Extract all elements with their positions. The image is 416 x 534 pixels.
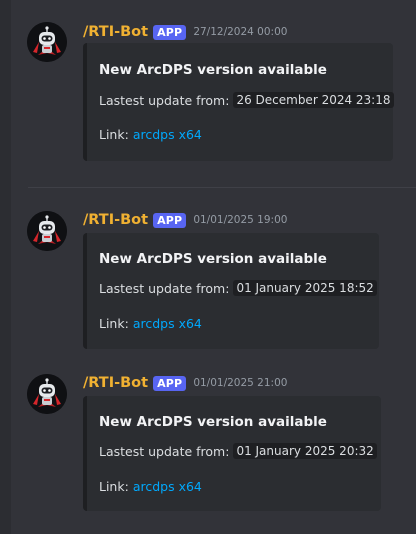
channel-left-edge xyxy=(0,0,11,534)
embed-link-line: Link: arcdps x64 xyxy=(99,316,202,331)
username[interactable]: /RTI-Bot xyxy=(83,375,148,391)
update-label: Lastest update from: xyxy=(99,280,230,296)
message-header: /RTI-Bot APP 01/01/2025 21:00 xyxy=(83,373,287,393)
message-header: /RTI-Bot APP 27/12/2024 00:00 xyxy=(83,22,287,42)
date-divider xyxy=(28,187,416,188)
chat-channel: /RTI-Bot APP 27/12/2024 00:00 New ArcDPS… xyxy=(0,0,416,534)
username[interactable]: /RTI-Bot xyxy=(83,212,148,228)
app-badge: APP xyxy=(153,375,187,391)
timestamp[interactable]: 01/01/2025 19:00 xyxy=(193,214,287,226)
embed-title: New ArcDPS version available xyxy=(99,251,327,267)
embed: New ArcDPS version available Lastest upd… xyxy=(83,396,381,511)
embed-title: New ArcDPS version available xyxy=(99,414,327,430)
app-badge: APP xyxy=(153,212,187,228)
embed-link-line: Link: arcdps x64 xyxy=(99,479,202,494)
download-link[interactable]: arcdps x64 xyxy=(133,316,202,331)
timestamp[interactable]: 27/12/2024 00:00 xyxy=(193,26,287,38)
link-label: Link: xyxy=(99,316,129,331)
update-date: 01 January 2025 18:52 xyxy=(233,280,377,296)
link-label: Link: xyxy=(99,479,129,494)
username[interactable]: /RTI-Bot xyxy=(83,24,148,40)
robot-avatar-icon[interactable] xyxy=(27,22,67,62)
embed-link-line: Link: arcdps x64 xyxy=(99,127,202,142)
update-date: 26 December 2024 23:18 xyxy=(233,92,394,108)
timestamp[interactable]: 01/01/2025 21:00 xyxy=(193,377,287,389)
app-badge: APP xyxy=(153,24,187,40)
download-link[interactable]: arcdps x64 xyxy=(133,127,202,142)
embed-update-line: Lastest update from: 26 December 2024 23… xyxy=(99,92,394,108)
update-date: 01 January 2025 20:32 xyxy=(233,443,377,459)
update-label: Lastest update from: xyxy=(99,443,230,459)
embed: New ArcDPS version available Lastest upd… xyxy=(83,43,394,161)
embed-update-line: Lastest update from: 01 January 2025 20:… xyxy=(99,443,377,459)
embed-update-line: Lastest update from: 01 January 2025 18:… xyxy=(99,280,377,296)
update-label: Lastest update from: xyxy=(99,92,230,108)
robot-avatar-icon[interactable] xyxy=(27,374,67,414)
message-header: /RTI-Bot APP 01/01/2025 19:00 xyxy=(83,210,287,230)
embed: New ArcDPS version available Lastest upd… xyxy=(83,233,379,349)
link-label: Link: xyxy=(99,127,129,142)
download-link[interactable]: arcdps x64 xyxy=(133,479,202,494)
embed-title: New ArcDPS version available xyxy=(99,62,327,78)
robot-avatar-icon[interactable] xyxy=(27,211,67,251)
